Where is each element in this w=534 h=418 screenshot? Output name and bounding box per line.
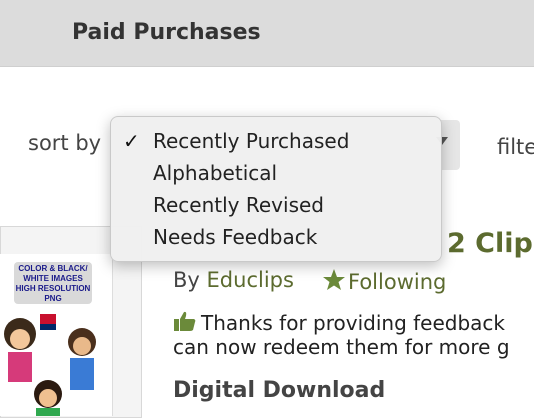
- author-line: By Educlips: [173, 268, 294, 292]
- sort-dropdown-menu: ✓ Recently Purchased Alphabetical Recent…: [110, 116, 442, 262]
- feedback-message: Thanks for providing feedback can now re…: [173, 310, 534, 359]
- author-link[interactable]: Educlips: [207, 268, 294, 292]
- digital-download-heading: Digital Download: [173, 378, 386, 403]
- header-bar: Paid Purchases: [0, 0, 534, 67]
- by-label: By: [173, 268, 200, 292]
- menu-item-needs-feedback[interactable]: Needs Feedback: [153, 225, 317, 249]
- menu-item-recently-purchased[interactable]: Recently Purchased: [153, 129, 349, 153]
- page-title: Paid Purchases: [72, 20, 261, 45]
- feedback-line-1: Thanks for providing feedback: [201, 311, 506, 335]
- following-button[interactable]: Following: [322, 268, 446, 294]
- feedback-line-2: can now redeem them for more g: [173, 335, 510, 359]
- menu-item-alphabetical[interactable]: Alphabetical: [153, 161, 277, 185]
- menu-item-recently-revised[interactable]: Recently Revised: [153, 193, 324, 217]
- sort-by-label: sort by: [28, 131, 102, 155]
- thumbs-up-icon: [174, 311, 196, 331]
- check-icon: ✓: [123, 129, 140, 153]
- product-title[interactable]: 2 Clip: [447, 228, 533, 259]
- star-icon: [323, 269, 345, 290]
- product-thumbnail[interactable]: COLOR & BLACK/ WHITE IMAGES HIGH RESOLUT…: [0, 254, 113, 416]
- filter-label: filte: [497, 135, 534, 159]
- clipart-figures-icon: [4, 314, 96, 416]
- following-label: Following: [348, 270, 447, 294]
